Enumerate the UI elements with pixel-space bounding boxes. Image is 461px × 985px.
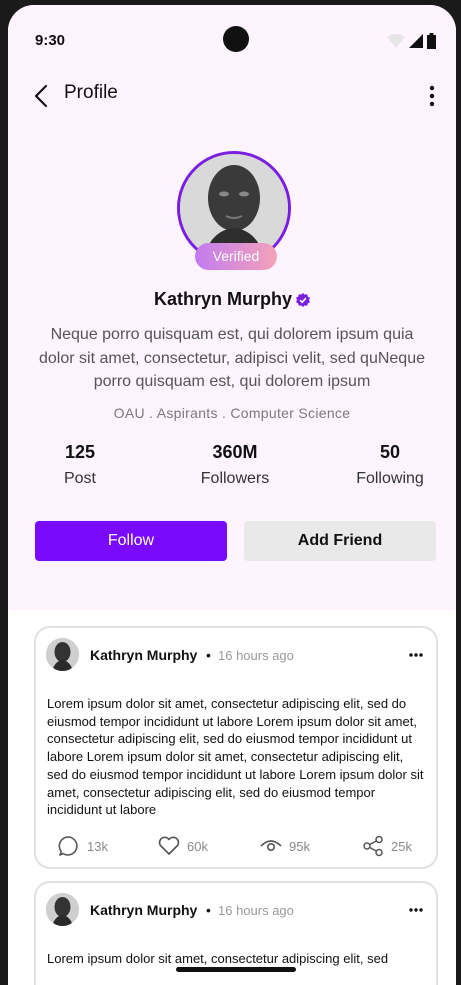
post-author[interactable]: Kathryn Murphy (90, 647, 197, 663)
profile-name: Kathryn Murphy (153, 289, 292, 309)
battery-icon (427, 33, 436, 49)
more-horizontal-icon[interactable] (408, 652, 424, 658)
views-button[interactable]: 95k (260, 834, 310, 858)
stat-value: 50 (379, 442, 401, 462)
avatar[interactable] (46, 893, 79, 926)
wifi-icon (387, 34, 405, 48)
post-card[interactable]: Kathryn Murphy • 16 hours ago Lorem ipsu… (34, 626, 438, 869)
add-friend-button[interactable]: Add Friend (244, 521, 436, 561)
status-bar: 9:30 (8, 5, 456, 75)
verified-badge: Verified (195, 243, 277, 270)
stat-label: Following (356, 470, 424, 487)
share-count: 25k (391, 838, 412, 854)
verified-check-icon (296, 293, 310, 308)
comment-button[interactable]: 13k (58, 834, 108, 858)
avatar[interactable] (46, 638, 79, 671)
like-button[interactable]: 60k (158, 834, 208, 858)
back-arrow-icon[interactable] (32, 83, 52, 109)
stat-label: Post (63, 470, 96, 487)
avatar-photo (46, 638, 79, 671)
follow-button[interactable]: Follow (35, 521, 227, 561)
profile-bio: Neque porro quisquam est, qui dolorem ip… (39, 326, 425, 390)
comment-icon (58, 836, 78, 856)
home-indicator[interactable] (176, 967, 296, 972)
separator-dot: • (206, 647, 211, 663)
post-time: 16 hours ago (218, 903, 294, 918)
signal-icon (409, 34, 423, 48)
share-button[interactable]: 25k (362, 834, 412, 858)
system-icons (387, 33, 436, 49)
post-body: Lorem ipsum dolor sit amet, consectetur … (47, 951, 389, 966)
eye-icon (260, 840, 282, 852)
like-count: 60k (187, 838, 208, 854)
post-header: Kathryn Murphy • 16 hours ago (46, 893, 426, 929)
heart-icon (158, 836, 180, 855)
stat-posts[interactable]: 125 Post (10, 442, 150, 488)
profile-meta: OAU . Aspirants . Computer Science (113, 405, 351, 421)
comment-count: 13k (87, 838, 108, 854)
stat-following[interactable]: 50 Following (320, 442, 456, 488)
page-title: Profile (64, 82, 118, 103)
profile-name-row: Kathryn Murphy (8, 289, 456, 310)
stat-value: 360M (212, 442, 258, 462)
phone-screen: 9:30 Profile Verified Kathryn Murphy Neq… (8, 5, 456, 985)
post-time: 16 hours ago (218, 648, 294, 663)
more-vertical-icon[interactable] (426, 83, 438, 109)
view-count: 95k (289, 838, 310, 854)
stat-label: Followers (200, 470, 270, 487)
app-bar: Profile (8, 75, 456, 119)
stat-value: 125 (64, 442, 96, 462)
post-author[interactable]: Kathryn Murphy (90, 902, 197, 918)
camera-cutout (223, 26, 249, 52)
avatar-photo (46, 893, 79, 926)
profile-header-section: 9:30 Profile Verified Kathryn Murphy Neq… (8, 5, 456, 610)
more-horizontal-icon[interactable] (408, 907, 424, 913)
status-time: 9:30 (35, 32, 66, 49)
stat-followers[interactable]: 360M Followers (165, 442, 305, 488)
separator-dot: • (206, 902, 211, 918)
post-body: Lorem ipsum dolor sit amet, consectetur … (47, 696, 424, 818)
post-actions: 13k 60k 95k 25k (58, 834, 422, 858)
post-header: Kathryn Murphy • 16 hours ago (46, 638, 426, 674)
share-icon (363, 835, 383, 857)
